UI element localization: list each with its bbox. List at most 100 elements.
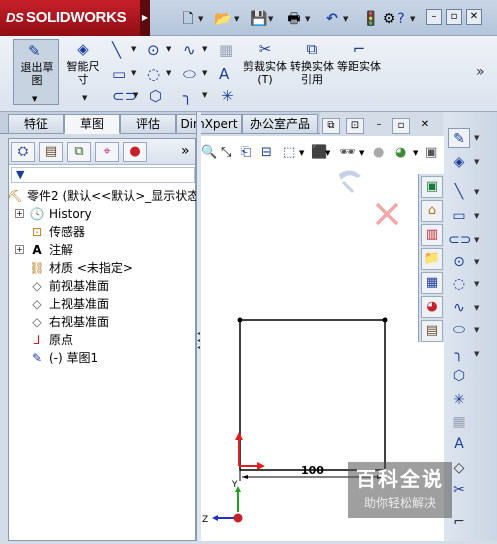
- line-dropdown-icon[interactable]: ▼: [474, 188, 479, 196]
- convert-entities-button[interactable]: ⧉ 转换实体引用: [290, 40, 334, 86]
- rectangle-icon[interactable]: ▭: [112, 66, 126, 82]
- fillet-icon[interactable]: ╮: [183, 88, 192, 104]
- circle-dropdown-icon[interactable]: ▼: [166, 45, 171, 53]
- design-library-icon[interactable]: ▥: [421, 224, 443, 246]
- display-style-dropdown-icon[interactable]: ▼: [325, 145, 330, 161]
- spline-icon[interactable]: ∿: [183, 42, 196, 58]
- point-icon[interactable]: ✳: [448, 390, 470, 410]
- exit-sketch-dropdown-icon[interactable]: ▼: [32, 95, 37, 103]
- slot-dropdown-icon[interactable]: ▼: [474, 236, 479, 244]
- rectangle-icon[interactable]: ▭: [448, 206, 470, 226]
- spline-dropdown-icon[interactable]: ▼: [202, 45, 207, 53]
- apply-scene-dropdown-icon[interactable]: ▼: [413, 145, 418, 161]
- feature-manager-icon[interactable]: ⛭: [11, 142, 35, 162]
- smart-dimension-button[interactable]: ◈ 智能尺寸: [62, 40, 104, 86]
- previous-view-icon[interactable]: ⎗: [241, 145, 251, 161]
- fillet-dropdown-icon[interactable]: ▼: [202, 91, 207, 99]
- circle-icon[interactable]: ⊙: [448, 252, 470, 272]
- ellipse-icon[interactable]: ⬭: [183, 66, 196, 82]
- view-palette-icon[interactable]: ▦: [421, 272, 443, 294]
- tab-evaluate[interactable]: 评估: [120, 114, 176, 134]
- open-dropdown-icon[interactable]: ▼: [234, 10, 239, 28]
- undo-icon[interactable]: ↶: [323, 10, 341, 28]
- print-icon[interactable]: 🖶: [285, 10, 303, 28]
- restore-icon[interactable]: ▫: [446, 9, 462, 25]
- tab-dimxpert[interactable]: DimXpert: [176, 114, 242, 134]
- doc-tile-icon[interactable]: ⧉: [322, 118, 340, 134]
- fillet-dropdown-icon[interactable]: ▼: [474, 350, 479, 358]
- doc-close-icon[interactable]: ✕: [416, 118, 434, 134]
- line-icon[interactable]: ╲: [112, 42, 121, 58]
- hide-show-dropdown-icon[interactable]: ▼: [359, 145, 364, 161]
- display-manager-icon[interactable]: ●: [123, 142, 147, 162]
- home-icon[interactable]: ⌂: [421, 200, 443, 222]
- solidworks-resources-icon[interactable]: ▣: [421, 176, 443, 198]
- circle-icon[interactable]: ⊙: [147, 42, 160, 58]
- expand-icon[interactable]: +: [15, 245, 24, 254]
- text-icon[interactable]: A: [448, 434, 470, 454]
- centerline-icon[interactable]: ▦: [448, 412, 470, 432]
- confirmation-corner[interactable]: [339, 170, 399, 226]
- arc-icon[interactable]: ◌: [147, 66, 160, 82]
- smart-dimension-dropdown-icon[interactable]: ▼: [82, 94, 87, 102]
- arc-icon[interactable]: ◌: [448, 274, 470, 294]
- zoom-to-fit-icon[interactable]: 🔍: [201, 145, 217, 161]
- new-dropdown-icon[interactable]: ▼: [198, 10, 203, 28]
- dimxpert-manager-icon[interactable]: ⌖: [95, 142, 119, 162]
- save-dropdown-icon[interactable]: ▼: [268, 10, 273, 28]
- filter-box[interactable]: ▼: [11, 167, 195, 183]
- tab-sketch[interactable]: 草图: [64, 114, 120, 134]
- panel-more-icon[interactable]: »: [181, 143, 190, 159]
- zoom-area-icon[interactable]: ⤡: [221, 145, 231, 161]
- edit-appearance-icon[interactable]: ●: [373, 145, 384, 161]
- view-orientation-icon[interactable]: ⬚: [283, 145, 295, 161]
- open-folder-icon[interactable]: 📂: [214, 10, 232, 28]
- property-manager-icon[interactable]: ▤: [39, 142, 63, 162]
- doc-cascade-icon[interactable]: ⊡: [346, 118, 364, 134]
- dimension-dropdown-icon[interactable]: ▼: [474, 158, 479, 166]
- trim-entities-button[interactable]: ✂ 剪裁实体(T): [243, 40, 287, 86]
- expand-icon[interactable]: +: [15, 209, 24, 218]
- save-icon[interactable]: 💾: [250, 10, 267, 28]
- solidworks-logo[interactable]: DS SOLIDWORKS: [0, 0, 140, 36]
- exit-sketch-dropdown-icon[interactable]: ▼: [474, 134, 479, 142]
- ellipse-dropdown-icon[interactable]: ▼: [202, 69, 207, 77]
- close-icon[interactable]: ✕: [466, 9, 482, 25]
- slot-icon[interactable]: ⊂⊃: [448, 230, 471, 250]
- offset-entities-button[interactable]: ⌐ 等距实体: [337, 40, 381, 73]
- help-icon[interactable]: ?: [394, 10, 408, 28]
- hide-show-icon[interactable]: 🕶: [339, 145, 356, 161]
- minimize-icon[interactable]: –: [426, 9, 442, 25]
- rectangle-dropdown-icon[interactable]: ▼: [131, 69, 136, 77]
- section-view-icon[interactable]: ⊟: [261, 145, 272, 161]
- undo-dropdown-icon[interactable]: ▼: [343, 10, 348, 28]
- arc-dropdown-icon[interactable]: ▼: [474, 280, 479, 288]
- tab-features[interactable]: 特征: [8, 114, 64, 134]
- new-document-icon[interactable]: 🗋: [180, 10, 196, 28]
- doc-restore-icon[interactable]: ▫: [392, 118, 410, 134]
- text-icon[interactable]: A: [219, 66, 229, 82]
- smart-dimension-icon[interactable]: ◈: [448, 152, 470, 172]
- file-explorer-icon[interactable]: 📁: [421, 248, 443, 270]
- more-commands-icon[interactable]: »: [476, 64, 485, 80]
- line-dropdown-icon[interactable]: ▼: [131, 45, 136, 53]
- custom-properties-icon[interactable]: ▤: [421, 320, 443, 342]
- view-orientation-dropdown-icon[interactable]: ▼: [299, 145, 304, 161]
- slot-dropdown-icon[interactable]: ▼: [133, 91, 138, 99]
- apply-scene-icon[interactable]: ◕: [395, 145, 406, 161]
- print-dropdown-icon[interactable]: ▼: [305, 10, 310, 28]
- rectangle-dropdown-icon[interactable]: ▼: [474, 212, 479, 220]
- doc-minimize-icon[interactable]: –: [370, 118, 388, 134]
- spline-icon[interactable]: ∿: [448, 298, 470, 318]
- arc-dropdown-icon[interactable]: ▼: [166, 69, 171, 77]
- point-icon[interactable]: ✳: [221, 88, 234, 104]
- configuration-manager-icon[interactable]: ⧉: [67, 142, 91, 162]
- polygon-icon[interactable]: ⬡: [448, 366, 470, 386]
- exit-sketch-button[interactable]: ✎ 退出草图 ▼: [13, 39, 59, 105]
- polygon-icon[interactable]: ⬡: [149, 88, 162, 104]
- ellipse-dropdown-icon[interactable]: ▼: [474, 326, 479, 334]
- tab-office-products[interactable]: 办公室产品: [242, 114, 318, 134]
- fillet-icon[interactable]: ╮: [448, 344, 470, 364]
- exit-sketch-icon[interactable]: ✎: [448, 128, 470, 148]
- spline-dropdown-icon[interactable]: ▼: [474, 304, 479, 312]
